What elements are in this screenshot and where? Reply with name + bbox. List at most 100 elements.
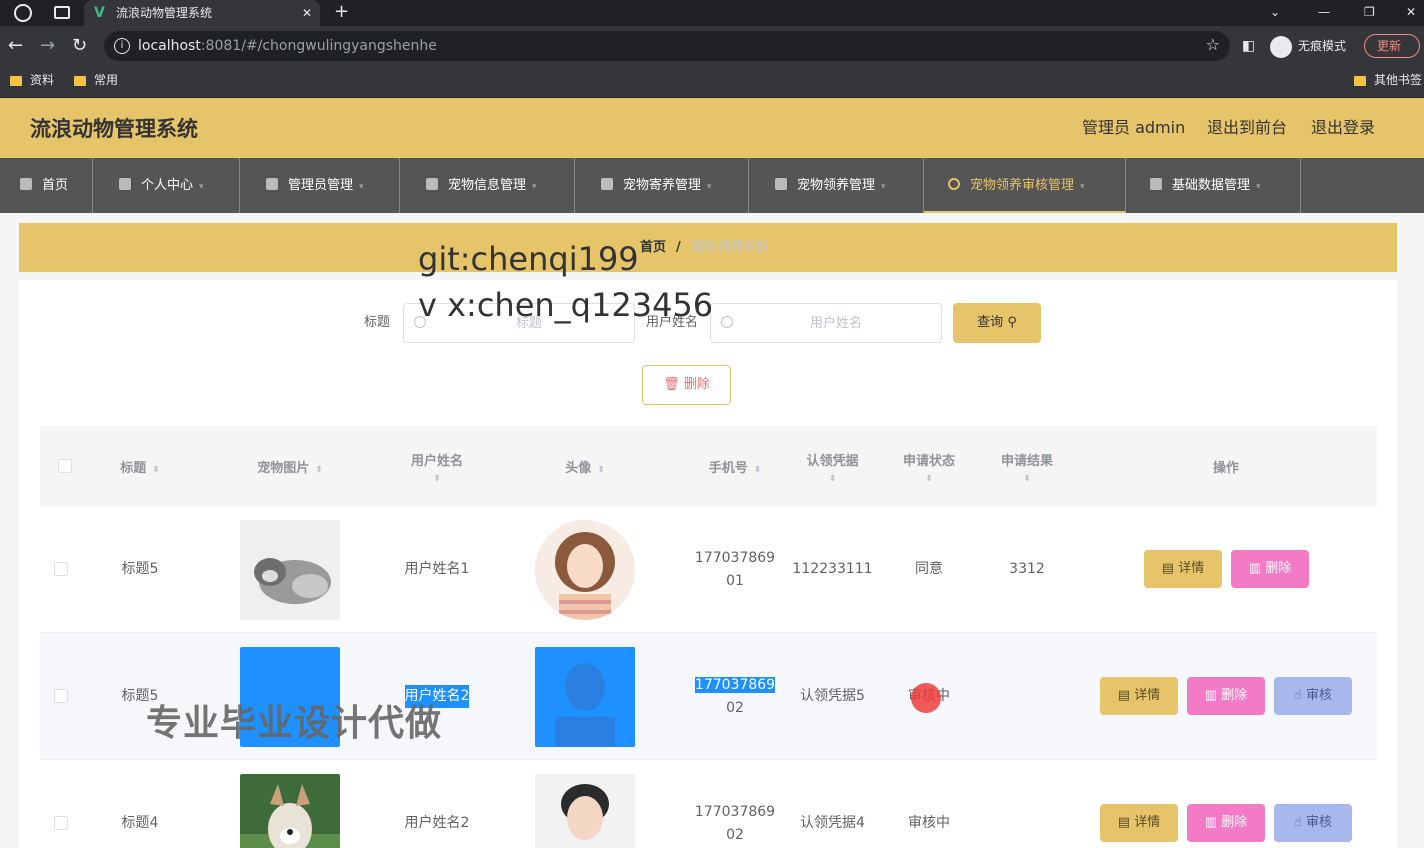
corgi-image-icon [240,773,340,848]
reload-icon[interactable]: ↻ [72,35,87,57]
column-header-proof[interactable]: 认领凭据 ⬍ [790,426,875,506]
back-to-front-link[interactable]: 退出到前台 [1207,98,1287,158]
cell-user-name: 用户姓名2 [404,815,470,831]
cell-title: 标题4 [121,815,159,831]
bookmark-folder-changyong[interactable]: 常用 [74,66,118,94]
restore-icon[interactable]: ❐ [1364,0,1375,24]
url-text: localhost:8081/#/chongwulingyangshenhe [138,38,437,54]
batch-delete-button[interactable]: 🗑 删除 [642,365,731,405]
column-header-status[interactable]: 申请状态 ⬍ [885,426,973,506]
row-checkbox[interactable] [54,816,68,830]
pet-image[interactable] [240,773,340,848]
column-header-user-name[interactable]: 用户姓名 ⬍ [385,426,489,506]
watermark-wechat: v x:chen_q123456 [418,286,714,324]
column-header-phone[interactable]: 手机号 ⬍ [685,426,785,506]
cell-result [983,633,1071,760]
chevron-down-icon: ▾ [881,182,886,192]
query-button[interactable]: 查询 ⚲ [953,303,1041,343]
sort-icon[interactable]: ⬍ [433,474,441,483]
cell-title: 标题5 [121,561,159,577]
main-menu: 首页 个人中心 ▾ 管理员管理 ▾ 宠物信息管理 ▾ 宠物寄养管理 ▾ 宠物领养管理 ▾ … [0,158,1424,213]
back-icon[interactable]: ← [8,35,23,57]
pet-image[interactable] [240,519,340,620]
boy-avatar-icon [535,773,635,848]
close-tab-icon[interactable]: ✕ [302,0,312,26]
detail-button[interactable]: ▤ 详情 [1100,804,1178,842]
delete-button[interactable]: ▥ 删除 [1187,804,1265,842]
sort-icon[interactable]: ⬍ [829,474,837,483]
menu-home[interactable]: 首页 [0,158,93,213]
sort-icon[interactable]: ⬍ [152,465,160,474]
forward-icon[interactable]: → [40,35,55,57]
audit-button[interactable]: ☝ 审核 [1274,677,1352,715]
new-tab-icon[interactable]: + [334,0,349,24]
app-header: 流浪动物管理系统 管理员 admin 退出到前台 退出登录 [0,98,1424,158]
trash-icon: ▥ [1204,688,1218,703]
chevron-down-icon: ▾ [359,182,364,192]
app-title: 流浪动物管理系统 [30,117,198,141]
chevron-down-icon[interactable]: ⌄ [1270,0,1280,24]
minimize-icon[interactable]: — [1318,0,1330,24]
folder-icon [10,75,22,86]
menu-pet-foster-management[interactable]: 宠物寄养管理 ▾ [575,158,749,213]
menu-pet-adoption-management[interactable]: 宠物领养管理 ▾ [749,158,924,213]
menu-personal-center[interactable]: 个人中心 ▾ [93,158,240,213]
update-button[interactable]: 更新 [1364,34,1420,58]
select-all-checkbox[interactable] [58,459,72,473]
column-header-actions: 操作 [1212,460,1239,476]
menu-admin-management[interactable]: 管理员管理 ▾ [240,158,400,213]
avatar[interactable] [535,646,635,747]
site-info-icon[interactable]: i [114,38,130,54]
window-close-icon[interactable]: ✕ [1406,0,1416,24]
sort-icon[interactable]: ⬍ [754,465,762,474]
incognito-indicator[interactable]: 无痕模式 [1270,34,1346,58]
person-icon [775,178,787,190]
clipboard-icon [266,178,278,190]
watermark-git: git:chenqi199 [418,240,639,278]
column-header-pet-image[interactable]: 宠物图片 ⬍ [235,426,345,506]
bookmark-star-icon[interactable]: ☆ [1206,35,1220,54]
delete-button[interactable]: ▥ 删除 [1231,550,1309,588]
tab-search-icon[interactable] [54,6,70,19]
address-bar[interactable]: i localhost:8081/#/chongwulingyangshenhe… [104,31,1230,61]
menu-pet-info-management[interactable]: 宠物信息管理 ▾ [400,158,575,213]
bookmark-folder-other[interactable]: 其他书签 [1354,66,1422,94]
chevron-down-icon: ▾ [1256,182,1261,192]
delete-button[interactable]: ▥ 删除 [1187,677,1265,715]
sort-icon[interactable]: ⬍ [1023,474,1031,483]
column-header-title[interactable]: 标题 ⬍ [90,426,190,506]
menu-basic-data-management[interactable]: 基础数据管理 ▾ [1126,158,1301,213]
browser-profile-icon[interactable] [14,4,32,22]
sort-icon[interactable]: ⬍ [925,474,933,483]
avatar[interactable] [535,519,635,620]
chevron-down-icon: ▾ [199,182,204,192]
row-checkbox[interactable] [54,562,68,576]
sort-icon[interactable]: ⬍ [597,465,605,474]
chevron-down-icon: ▾ [707,182,712,192]
browser-tab[interactable]: V 流浪动物管理系统 ✕ [84,0,320,26]
sort-icon[interactable]: ⬍ [315,465,323,474]
cell-avatar [535,506,635,633]
trash-icon: ▥ [1204,815,1218,830]
column-header-avatar[interactable]: 头像 ⬍ [535,426,635,506]
search-icon [721,316,733,328]
monitor-icon [426,178,438,190]
incognito-icon [1270,35,1292,58]
breadcrumb-home[interactable]: 首页 [640,240,666,255]
column-header-result[interactable]: 申请结果 ⬍ [983,426,1071,506]
avatar[interactable] [535,773,635,848]
document-icon: ▤ [1117,688,1131,703]
logout-link[interactable]: 退出登录 [1311,98,1375,158]
user-search-input[interactable] [710,303,942,343]
bookmark-folder-ziliao[interactable]: 资料 [10,66,54,94]
breadcrumb: 首页 / 宠物领养审核 [19,223,1397,272]
detail-button[interactable]: ▤ 详情 [1144,550,1222,588]
title-search-label: 标题 [364,315,391,330]
reading-mode-icon[interactable]: ◧ [1242,35,1255,57]
row-checkbox[interactable] [54,689,68,703]
user-search-field[interactable] [741,304,931,342]
menu-pet-adoption-review-management[interactable]: 宠物领养审核管理 ▾ [924,158,1126,213]
audit-button[interactable]: ☝ 审核 [1274,804,1352,842]
detail-button[interactable]: ▤ 详情 [1100,677,1178,715]
user-icon [119,178,131,190]
